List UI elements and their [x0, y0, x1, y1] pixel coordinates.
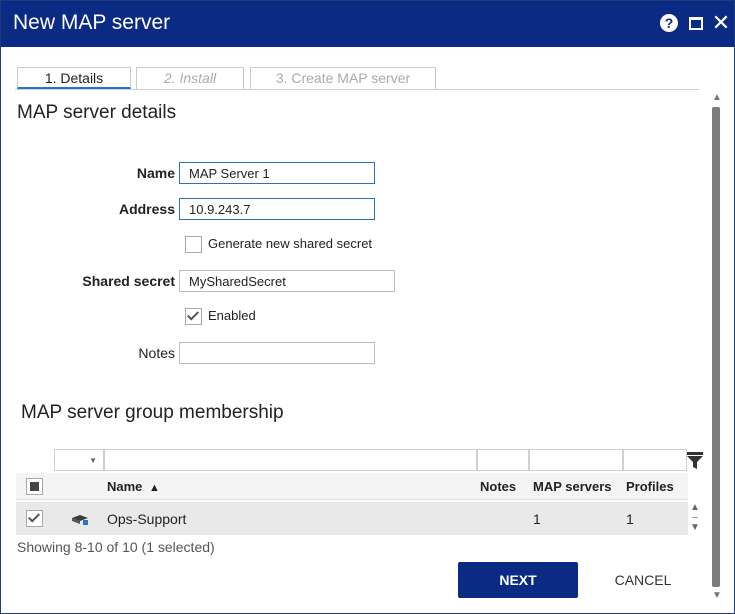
address-label: Address [118, 201, 175, 217]
notes-filter-input[interactable] [477, 449, 529, 471]
scrollbar-thumb[interactable] [712, 107, 720, 587]
map-servers-filter-input[interactable] [529, 449, 623, 471]
sort-ascending-icon: ▲ [149, 482, 160, 494]
dialog-scrollbar[interactable]: ▲ ▼ [709, 91, 725, 605]
shared-secret-label: Shared secret [82, 273, 175, 289]
details-section-title: MAP server details [17, 102, 177, 123]
shared-secret-field[interactable]: MySharedSecret [179, 270, 395, 292]
filter-icon[interactable] [687, 452, 703, 470]
row-map-servers: 1 [533, 511, 541, 527]
grid-status-text: Showing 8-10 of 10 (1 selected) [17, 539, 215, 555]
scroll-down-icon[interactable]: ▼ [709, 589, 725, 603]
row-checkbox[interactable] [26, 510, 43, 527]
checkmark-icon [27, 510, 41, 523]
next-button[interactable]: NEXT [458, 562, 578, 598]
row-profiles: 1 [626, 511, 634, 527]
column-header-profiles[interactable]: Profiles [626, 479, 674, 494]
window-title: New MAP server [13, 11, 171, 34]
enabled-label: Enabled [208, 308, 256, 323]
column-header-map-servers[interactable]: MAP servers [533, 479, 612, 494]
generate-secret-checkbox[interactable] [185, 236, 202, 253]
title-bar: New MAP server ? ✕ [1, 1, 734, 47]
notes-label: Notes [138, 345, 175, 361]
help-icon[interactable]: ? [660, 14, 680, 34]
select-all-checkbox[interactable] [26, 478, 43, 495]
server-group-icon [72, 515, 88, 525]
tab-install[interactable]: 2. Install [136, 67, 244, 89]
scroll-up-icon[interactable]: ▲ [709, 91, 725, 105]
address-field[interactable]: 10.9.243.7 [179, 198, 375, 220]
cancel-button[interactable]: CANCEL [597, 562, 689, 598]
tab-details[interactable]: 1. Details [17, 67, 131, 89]
membership-grid: ▼ Name ▲ Notes MAP servers Profiles Ops-… [16, 449, 703, 537]
name-field[interactable]: MAP Server 1 [179, 162, 375, 184]
filter-dropdown[interactable]: ▼ [54, 449, 104, 471]
column-header-name[interactable]: Name ▲ [107, 479, 160, 494]
column-name-label: Name [107, 479, 143, 494]
close-icon[interactable]: ✕ [711, 12, 731, 34]
chevron-down-icon: ▼ [89, 456, 97, 465]
new-map-server-dialog: New MAP server ? ✕ 1. Details 2. Install… [0, 0, 735, 614]
grid-scrollbar[interactable]: ▲ – ▼ [688, 502, 702, 535]
maximize-icon[interactable] [687, 14, 707, 34]
generate-secret-label: Generate new shared secret [208, 236, 373, 251]
enabled-checkbox[interactable] [185, 308, 202, 325]
tab-divider [15, 89, 699, 90]
checkmark-icon [186, 308, 200, 321]
notes-field[interactable] [179, 342, 375, 364]
profiles-filter-input[interactable] [623, 449, 687, 471]
name-label: Name [136, 165, 175, 181]
grid-header: Name ▲ Notes MAP servers Profiles [16, 473, 688, 500]
row-name: Ops-Support [107, 511, 187, 527]
table-row[interactable]: Ops-Support 1 1 [16, 502, 688, 535]
wizard-tabs: 1. Details 2. Install 3. Create MAP serv… [15, 67, 698, 89]
column-header-notes[interactable]: Notes [480, 479, 516, 494]
membership-section-title: MAP server group membership [21, 402, 284, 423]
name-filter-input[interactable] [104, 449, 477, 471]
tab-create-map-server[interactable]: 3. Create MAP server [250, 67, 436, 89]
